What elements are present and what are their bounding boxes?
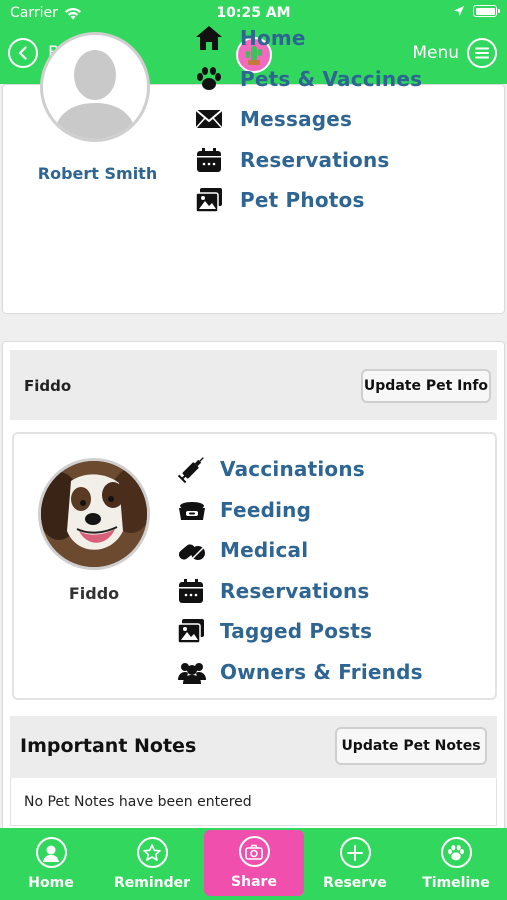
bottom-tab-bar: Home Reminder Share Reserve Timeline	[0, 828, 507, 900]
menu-item-label: Owners & Friends	[220, 659, 423, 684]
pet-avatar[interactable]	[38, 458, 150, 570]
tab-label: Reserve	[323, 875, 387, 891]
menu-item-label: Pet Photos	[240, 188, 365, 213]
menu-item-label: Pets & Vaccines	[240, 66, 423, 91]
menu-item-label: Home	[240, 26, 306, 51]
update-pet-notes-button[interactable]: Update Pet Notes	[335, 727, 487, 765]
camera-icon	[238, 836, 270, 867]
menu-item-tagged-posts[interactable]: Tagged Posts	[176, 611, 423, 652]
location-arrow-icon	[454, 6, 464, 16]
menu-item-label: Vaccinations	[220, 457, 365, 482]
menu-item-pet-photos[interactable]: Pet Photos	[194, 180, 422, 221]
user-avatar[interactable]	[40, 32, 150, 142]
dog-photo	[41, 461, 147, 567]
pills-icon	[176, 535, 212, 565]
hamburger-icon	[467, 38, 497, 68]
calendar-icon	[194, 145, 228, 175]
star-icon	[136, 837, 168, 868]
tab-label: Reminder	[113, 875, 191, 891]
menu-item-reservations[interactable]: Reservations	[194, 140, 422, 181]
menu-item-messages[interactable]: Messages	[194, 99, 422, 140]
envelope-icon	[194, 104, 228, 134]
pet-header-name: Fiddo	[24, 377, 72, 395]
pet-menu: Vaccinations Feeding Medical Reservation…	[176, 449, 423, 692]
menu-item-label: Messages	[240, 107, 353, 132]
menu-item-owners-friends[interactable]: Owners & Friends	[176, 652, 423, 693]
pet-name: Fiddo	[68, 584, 120, 603]
tab-label: Home	[28, 875, 74, 891]
tab-label: Share	[231, 874, 277, 890]
paw-icon	[194, 64, 228, 94]
tab-reserve[interactable]: Reserve	[305, 828, 405, 900]
users-icon	[176, 657, 212, 687]
photos-icon	[194, 185, 228, 215]
update-pet-info-button[interactable]: Update Pet Info	[361, 369, 491, 403]
tab-timeline[interactable]: Timeline	[406, 828, 506, 900]
menu-item-vaccinations[interactable]: Vaccinations	[176, 449, 423, 490]
menu-item-label: Feeding	[220, 497, 312, 522]
menu-item-medical[interactable]: Medical	[176, 530, 423, 571]
menu-item-label: Tagged Posts	[220, 619, 373, 644]
status-right	[453, 5, 500, 17]
user-name: Robert Smith	[37, 164, 158, 183]
menu-button[interactable]: Menu	[412, 38, 497, 68]
menu-item-pet-reservations[interactable]: Reservations	[176, 571, 423, 612]
paw-icon	[440, 837, 472, 868]
menu-item-pets-vaccines[interactable]: Pets & Vaccines	[194, 59, 422, 100]
menu-item-label: Medical	[220, 538, 309, 563]
notes-body: No Pet Notes have been entered	[10, 778, 497, 826]
menu-item-home[interactable]: Home	[194, 18, 422, 59]
calendar-icon	[176, 576, 212, 606]
person-placeholder-icon	[53, 50, 137, 139]
user-menu: Home Pets & Vaccines Messages Reservatio…	[194, 18, 422, 221]
menu-item-label: Reservations	[240, 147, 390, 172]
user-icon	[35, 837, 67, 868]
tab-label: Timeline	[422, 875, 490, 891]
syringe-icon	[176, 454, 212, 484]
menu-item-feeding[interactable]: Feeding	[176, 490, 423, 531]
tab-home[interactable]: Home	[1, 828, 101, 900]
food-bowl-icon	[176, 495, 212, 525]
chevron-left-icon	[8, 38, 38, 68]
notes-empty-text: No Pet Notes have been entered	[24, 794, 252, 810]
menu-item-label: Reservations	[220, 578, 370, 603]
notes-title: Important Notes	[20, 735, 197, 757]
tab-share[interactable]: Share	[204, 830, 304, 896]
plus-icon	[339, 837, 371, 868]
battery-icon	[473, 5, 500, 17]
photos-icon	[176, 616, 212, 646]
house-icon	[194, 23, 228, 53]
tab-reminder[interactable]: Reminder	[102, 828, 202, 900]
